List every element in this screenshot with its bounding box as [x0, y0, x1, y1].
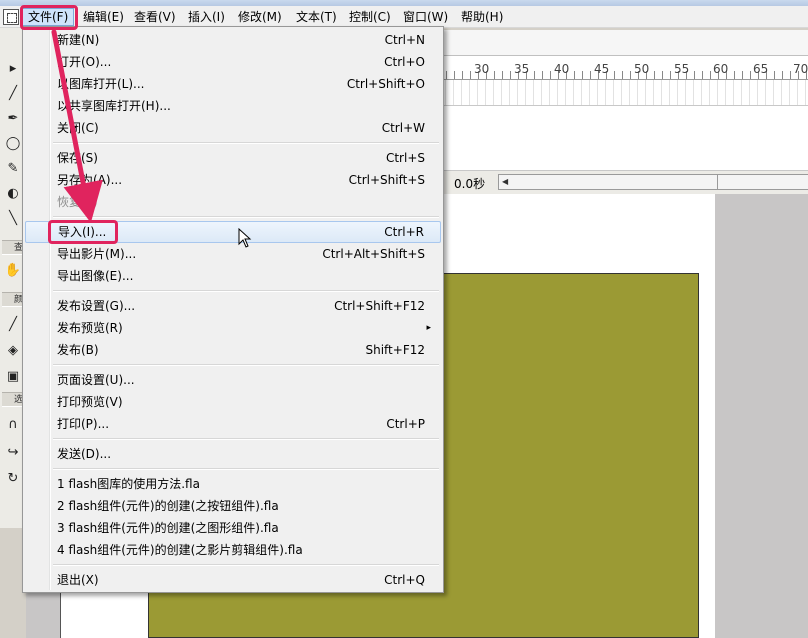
mouse-cursor-icon: [238, 228, 252, 248]
annotation-arrow: [51, 29, 103, 223]
